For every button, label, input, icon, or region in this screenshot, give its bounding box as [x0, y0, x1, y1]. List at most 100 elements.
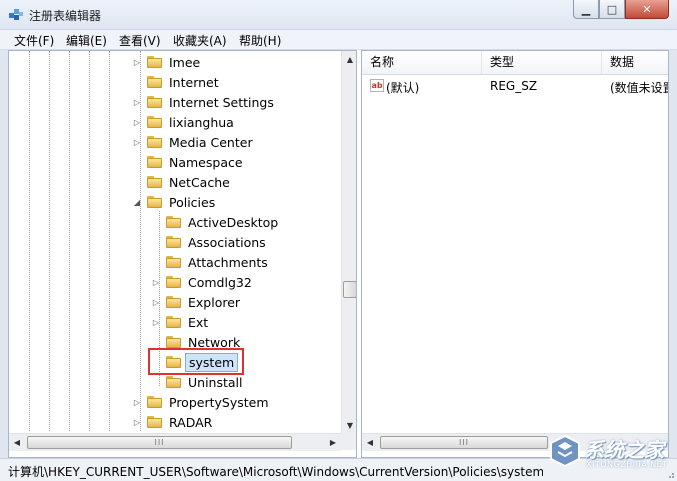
scroll-down-icon[interactable]: ▼ — [342, 417, 356, 433]
tree-node-label: Imee — [169, 54, 201, 70]
title-bar[interactable]: 注册表编辑器 ▁ □ ✕ — [0, 0, 677, 30]
scroll-left-icon[interactable]: ◀ — [9, 434, 25, 451]
tree-node-lixianghua[interactable]: ▷ lixianghua — [132, 112, 237, 132]
collapse-arrow-icon[interactable]: ◢ — [132, 197, 142, 207]
folder-icon — [166, 256, 181, 268]
tree-guide-line — [69, 51, 70, 431]
expand-arrow-icon — [151, 217, 161, 227]
tree-node-radar[interactable]: ▷ RADAR — [132, 412, 215, 432]
scroll-right-icon[interactable]: ▶ — [325, 434, 341, 451]
menu-file[interactable]: 文件(F) — [14, 32, 54, 49]
value-row[interactable]: ab (默认) REG_SZ (数值未设置 — [362, 76, 669, 96]
column-header-bar: 名称 类型 数据 — [362, 51, 668, 75]
tree-node-associations[interactable]: Associations — [151, 232, 269, 252]
tree-node-label: Comdlg32 — [188, 274, 252, 290]
value-name: (默认) — [386, 81, 420, 95]
folder-icon — [166, 276, 181, 288]
expand-arrow-icon — [151, 257, 161, 267]
scroll-up-icon[interactable]: ▲ — [342, 51, 356, 67]
expand-arrow-icon — [132, 177, 142, 187]
minimize-button[interactable]: ▁ — [573, 0, 599, 19]
expand-arrow-icon[interactable]: ▷ — [132, 397, 142, 407]
window-border-right — [669, 50, 677, 458]
tree-node-label: ActiveDesktop — [188, 214, 279, 230]
watermark-subtext: XITONGZHIJIA.NET — [586, 460, 668, 469]
expand-arrow-icon — [151, 337, 161, 347]
tree-node-uninstall[interactable]: Uninstall — [151, 372, 246, 392]
window-title: 注册表编辑器 — [29, 9, 102, 23]
folder-icon — [166, 236, 181, 248]
value-data: (数值未设置 — [610, 81, 669, 95]
tree-node-label: RADAR — [169, 414, 213, 430]
tree-node-explorer[interactable]: ▷ Explorer — [151, 292, 243, 312]
tree-node-label: Internet — [169, 74, 219, 90]
registry-tree-pane[interactable]: ▷ Imee Internet ▷ Internet Settings ▷ li… — [8, 50, 357, 458]
expand-arrow-icon[interactable]: ▷ — [132, 117, 142, 127]
tree-node-activedesktop[interactable]: ActiveDesktop — [151, 212, 281, 232]
expand-arrow-icon[interactable]: ▷ — [132, 417, 142, 427]
tree-node-internet[interactable]: Internet — [132, 72, 222, 92]
expand-arrow-icon[interactable]: ▷ — [151, 277, 161, 287]
tree-node-internet-settings[interactable]: ▷ Internet Settings — [132, 92, 277, 112]
tree-guide-line — [109, 51, 110, 431]
status-path: 计算机\HKEY_CURRENT_USER\Software\Microsoft… — [8, 465, 543, 479]
maximize-button[interactable]: □ — [599, 0, 625, 19]
tree-vertical-scrollbar[interactable]: ▲ ▼ — [341, 51, 356, 434]
folder-icon — [147, 416, 162, 428]
tree-node-media-center[interactable]: ▷ Media Center — [132, 132, 256, 152]
tree-node-label: Ext — [188, 314, 209, 330]
folder-icon — [147, 96, 162, 108]
registry-values-pane[interactable]: 名称 类型 数据 ab (默认) REG_SZ (数值未设置 ◀ III ▶ — [361, 50, 669, 458]
menu-edit[interactable]: 编辑(E) — [66, 32, 107, 49]
tree-guide-line — [89, 51, 90, 431]
tree-node-comdlg32[interactable]: ▷ Comdlg32 — [151, 272, 255, 292]
folder-icon — [166, 336, 181, 348]
folder-icon — [147, 396, 162, 408]
expand-arrow-icon — [151, 377, 161, 387]
window-border-left — [0, 50, 8, 458]
tree-node-namespace[interactable]: Namespace — [132, 152, 246, 172]
folder-icon — [147, 176, 162, 188]
tree-node-policies[interactable]: ◢ Policies — [132, 192, 218, 212]
tree-node-label: Namespace — [169, 154, 243, 170]
menu-bar: 文件(F) 编辑(E) 查看(V) 收藏夹(A) 帮助(H) — [0, 30, 677, 50]
expand-arrow-icon[interactable]: ▷ — [151, 317, 161, 327]
folder-open-icon — [147, 196, 162, 208]
tree-node-label: Internet Settings — [169, 94, 274, 110]
menu-view[interactable]: 查看(V) — [119, 32, 161, 49]
tree-node-label: PropertySystem — [169, 394, 269, 410]
close-button[interactable]: ✕ — [625, 0, 669, 19]
tree-node-label: Attachments — [188, 254, 268, 270]
annotation-highlight-box — [148, 348, 244, 375]
column-header-data[interactable]: 数据 — [602, 51, 668, 74]
tree-node-label: NetCache — [169, 174, 230, 190]
values-horizontal-scroll-thumb[interactable]: III — [380, 436, 548, 449]
column-header-name[interactable]: 名称 — [362, 51, 482, 74]
menu-favorites[interactable]: 收藏夹(A) — [173, 32, 227, 49]
scrollbar-corner — [341, 433, 356, 450]
tree-node-label: Associations — [188, 234, 266, 250]
tree-node-label: Media Center — [169, 134, 253, 150]
tree-node-label: Policies — [169, 194, 216, 210]
tree-node-attachments[interactable]: Attachments — [151, 252, 271, 272]
expand-arrow-icon[interactable]: ▷ — [132, 97, 142, 107]
expand-arrow-icon[interactable]: ▷ — [132, 137, 142, 147]
menu-help[interactable]: 帮助(H) — [239, 32, 281, 49]
tree-node-label: Explorer — [188, 294, 241, 310]
expand-arrow-icon — [132, 77, 142, 87]
tree-horizontal-scroll-thumb[interactable]: III — [27, 436, 292, 449]
tree-node-ext[interactable]: ▷ Ext — [151, 312, 211, 332]
scroll-left-icon[interactable]: ◀ — [362, 434, 378, 451]
tree-node-label: lixianghua — [169, 114, 234, 130]
folder-icon — [147, 156, 162, 168]
expand-arrow-icon[interactable]: ▷ — [151, 297, 161, 307]
tree-node-netcache[interactable]: NetCache — [132, 172, 233, 192]
tree-node-propertysystem[interactable]: ▷ PropertySystem — [132, 392, 272, 412]
expand-arrow-icon[interactable]: ▷ — [132, 57, 142, 67]
column-header-type[interactable]: 类型 — [482, 51, 602, 74]
tree-node-imee[interactable]: ▷ Imee — [132, 52, 203, 72]
tree-horizontal-scrollbar[interactable]: ◀ III ▶ — [9, 433, 341, 451]
folder-icon — [147, 56, 162, 68]
folder-icon — [166, 216, 181, 228]
tree-vertical-scroll-thumb[interactable] — [343, 281, 356, 298]
